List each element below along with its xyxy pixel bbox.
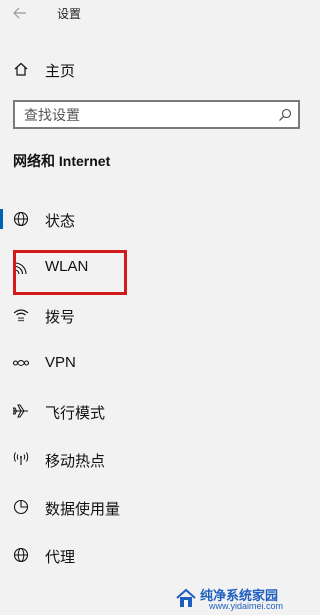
globe-icon [13,547,29,563]
nav-item-status[interactable]: 状态 [0,199,317,239]
nav-item-proxy[interactable]: 代理 [0,535,317,575]
vpn-icon [12,360,30,366]
search-input[interactable] [24,105,264,125]
nav-label: 移动热点 [45,453,106,470]
data-usage-icon [13,499,29,515]
nav-label: 状态 [45,213,76,230]
search-box[interactable] [13,100,300,129]
nav-label: 飞行模式 [45,405,106,422]
nav-item-vpn[interactable]: VPN [0,343,317,383]
dialup-icon [13,309,29,322]
home-icon [14,62,28,76]
watermark-url: www.yidaimei.com [209,601,284,611]
airplane-icon [12,404,28,418]
arrow-left-icon [13,7,26,19]
home-label: 主页 [45,63,76,80]
house-logo-icon [176,588,196,607]
section-title: 网络和 Internet [13,153,111,169]
title-bar: 设置 [0,0,317,26]
window-title: 设置 [57,6,82,21]
red-highlight-box [13,250,127,295]
nav-item-dialup[interactable]: 拨号 [0,295,317,335]
nav-item-data-usage[interactable]: 数据使用量 [0,487,317,527]
nav-item-mobile-hotspot[interactable]: 移动热点 [0,439,317,479]
back-button[interactable] [0,0,40,26]
active-indicator [0,209,3,229]
hotspot-icon [13,452,29,465]
nav-label: 拨号 [45,309,76,326]
nav-label: VPN [45,354,76,371]
nav-label: 数据使用量 [45,501,121,518]
search-icon[interactable] [278,108,292,122]
nav-item-airplane-mode[interactable]: 飞行模式 [0,391,317,431]
home-nav-item[interactable]: 主页 [0,55,317,83]
nav-label: 代理 [45,549,76,566]
watermark: 纯净系统家园 www.yidaimei.com [175,585,313,613]
globe-icon [13,211,29,227]
